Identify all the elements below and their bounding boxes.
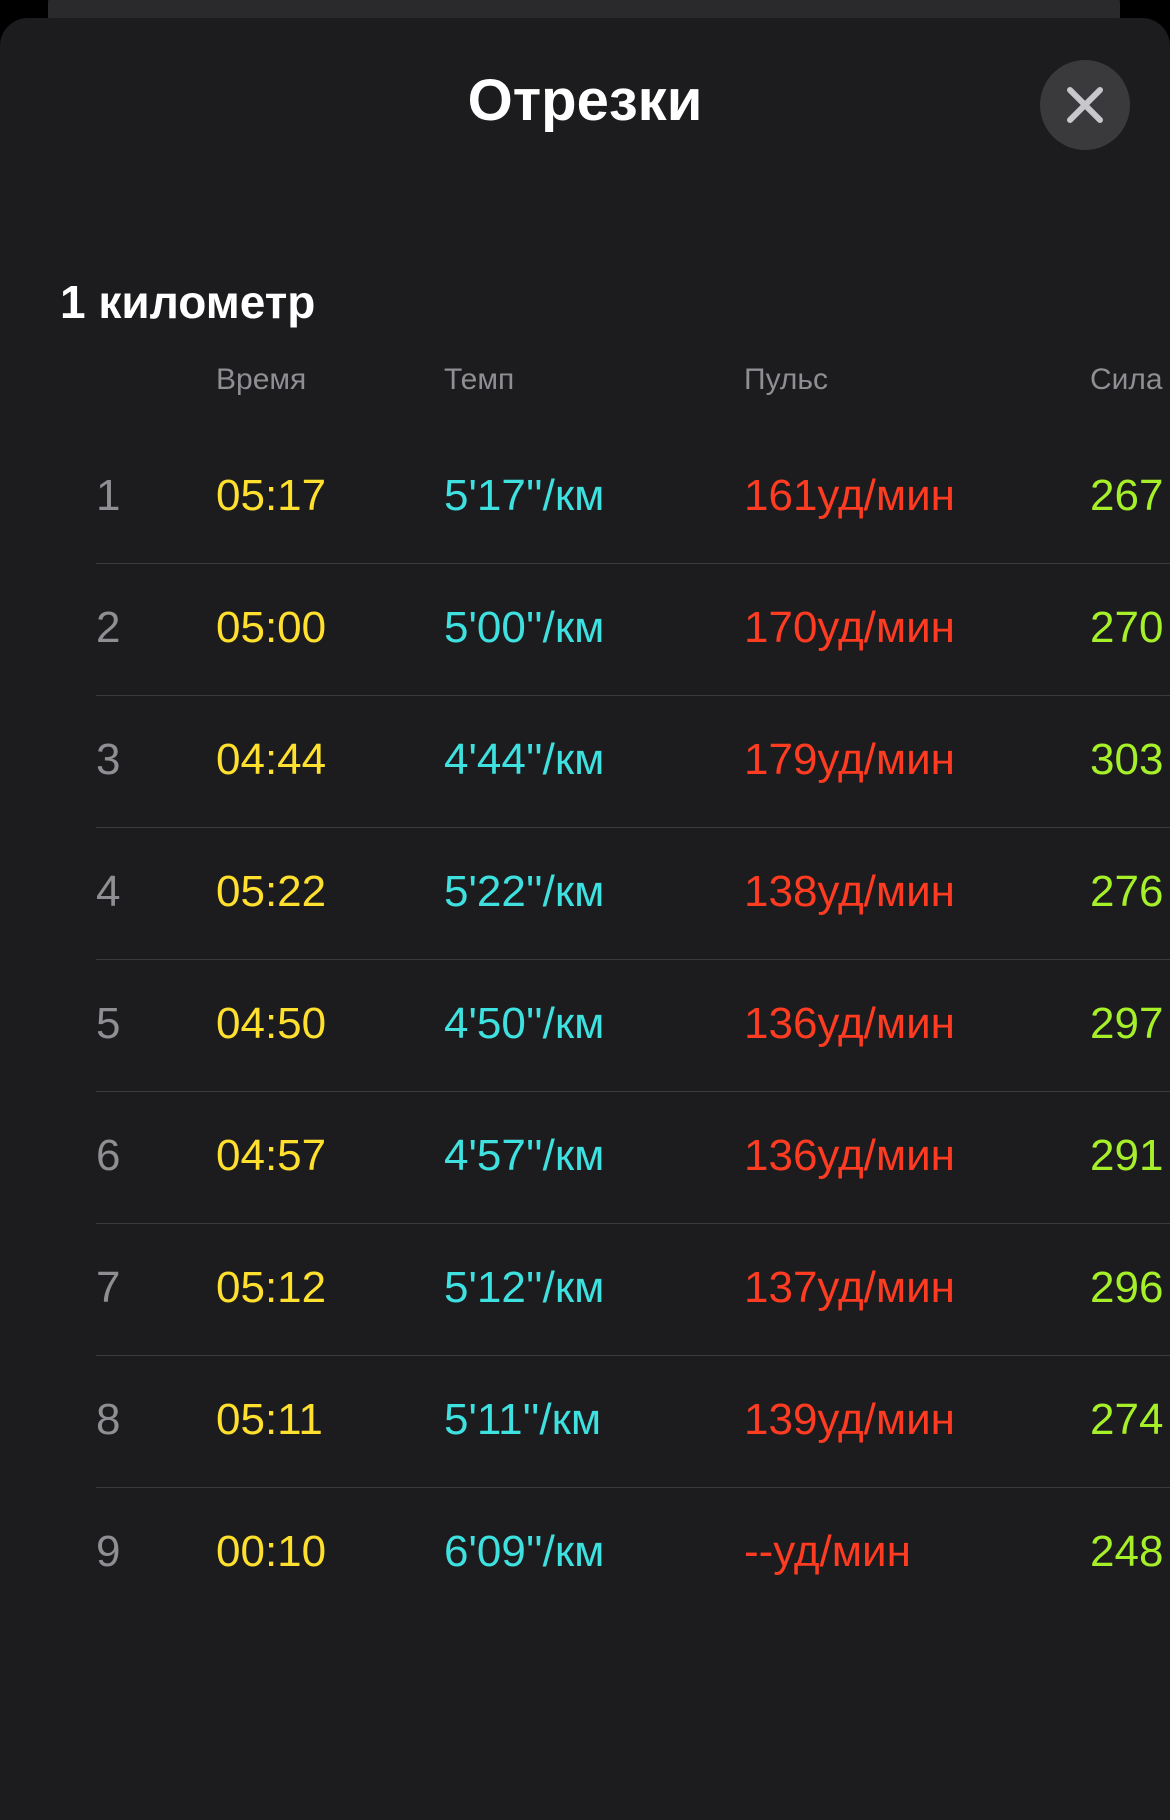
split-pace: 6'09''/км — [444, 1527, 605, 1576]
split-pace: 4'57''/км — [444, 1131, 605, 1180]
close-button[interactable] — [1040, 60, 1130, 150]
split-power: 297 — [1090, 999, 1164, 1048]
split-index: 6 — [96, 1131, 121, 1180]
split-heart-rate: 139уд/мин — [744, 1395, 955, 1444]
split-time: 05:22 — [216, 867, 327, 916]
table-row: 7 05:12 5'12''/км 137уд/мин 296 — [0, 1224, 1170, 1356]
split-index: 1 — [96, 471, 121, 520]
split-pace: 5'11''/км — [444, 1395, 602, 1444]
table-row: 9 00:10 6'09''/км --уд/мин 248 — [0, 1488, 1170, 1620]
split-power: 248 — [1090, 1527, 1164, 1576]
split-time: 05:11 — [216, 1395, 323, 1444]
split-heart-rate: 161уд/мин — [744, 471, 955, 520]
split-heart-rate: 170уд/мин — [744, 603, 955, 652]
split-heart-rate: 136уд/мин — [744, 999, 955, 1048]
split-heart-rate: 136уд/мин — [744, 1131, 955, 1180]
split-time: 05:12 — [216, 1263, 327, 1312]
split-power: 270 — [1090, 603, 1164, 652]
table-row: 6 04:57 4'57''/км 136уд/мин 291 — [0, 1092, 1170, 1224]
split-heart-rate: --уд/мин — [744, 1527, 911, 1576]
table-row: 3 04:44 4'44''/км 179уд/мин 303 — [0, 696, 1170, 828]
table-row: 2 05:00 5'00''/км 170уд/мин 270 — [0, 564, 1170, 696]
column-header-pace: Темп — [444, 363, 515, 396]
splits-sheet: Отрезки 1 километр Время Темп Пульс Сила… — [0, 18, 1170, 1820]
split-heart-rate: 137уд/мин — [744, 1263, 955, 1312]
split-pace: 4'50''/км — [444, 999, 605, 1048]
split-index: 3 — [96, 735, 121, 784]
split-index: 7 — [96, 1263, 121, 1312]
split-time: 04:57 — [216, 1131, 327, 1180]
column-header-heart-rate: Пульс — [744, 363, 829, 396]
table-row: 4 05:22 5'22''/км 138уд/мин 276 — [0, 828, 1170, 960]
split-power: 276 — [1090, 867, 1164, 916]
sheet-title: Отрезки — [467, 68, 703, 133]
column-header-power: Сила — [1090, 363, 1163, 396]
table-row: 8 05:11 5'11''/км 139уд/мин 274 — [0, 1356, 1170, 1488]
split-power: 274 — [1090, 1395, 1164, 1444]
split-heart-rate: 138уд/мин — [744, 867, 955, 916]
split-time: 05:17 — [216, 471, 327, 520]
split-pace: 4'44''/км — [444, 735, 605, 784]
split-heart-rate: 179уд/мин — [744, 735, 955, 784]
split-power: 267 — [1090, 471, 1164, 520]
split-time: 05:00 — [216, 603, 327, 652]
split-power: 303 — [1090, 735, 1164, 784]
split-index: 5 — [96, 999, 121, 1048]
split-time: 00:10 — [216, 1527, 327, 1576]
split-index: 9 — [96, 1527, 121, 1576]
split-pace: 5'22''/км — [444, 867, 605, 916]
split-pace: 5'12''/км — [444, 1263, 605, 1312]
split-time: 04:50 — [216, 999, 327, 1048]
split-index: 4 — [96, 867, 121, 916]
split-index: 2 — [96, 603, 121, 652]
close-icon — [1067, 87, 1103, 123]
split-index: 8 — [96, 1395, 121, 1444]
section-title: 1 километр — [60, 276, 316, 328]
table-row: 5 04:50 4'50''/км 136уд/мин 297 — [0, 960, 1170, 1092]
split-power: 296 — [1090, 1263, 1164, 1312]
table-row: 1 05:17 5'17''/км 161уд/мин 267 — [0, 432, 1170, 564]
split-pace: 5'17''/км — [444, 471, 605, 520]
split-power: 291 — [1090, 1131, 1164, 1180]
split-time: 04:44 — [216, 735, 327, 784]
split-pace: 5'00''/км — [444, 603, 605, 652]
splits-table: 1 05:17 5'17''/км 161уд/мин 267 2 05:00 … — [0, 432, 1170, 1620]
column-header-time: Время — [216, 363, 307, 396]
